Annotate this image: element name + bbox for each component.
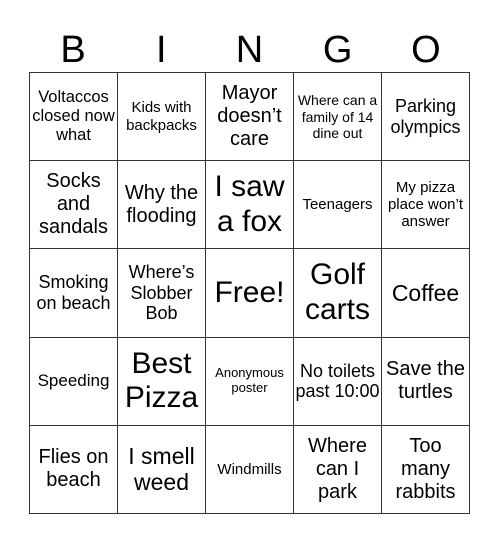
bingo-grid: Voltaccos closed now what Kids with back… — [29, 72, 470, 514]
cell-text: Why the flooding — [124, 181, 199, 227]
bingo-cell[interactable]: I saw a fox — [206, 161, 294, 250]
cell-text: Smoking on beach — [36, 272, 111, 313]
bingo-cell[interactable]: Socks and sandals — [30, 161, 118, 250]
header-letter-i: I — [156, 29, 167, 71]
bingo-cell[interactable]: Teenagers — [294, 161, 382, 250]
cell-text: Where’s Slobber Bob — [128, 261, 195, 324]
cell-text: Kids with backpacks — [126, 99, 197, 134]
cell-text: Best Pizza — [124, 346, 199, 415]
bingo-cell[interactable]: Best Pizza — [118, 337, 206, 426]
cell-text: Save the turtles — [386, 358, 465, 404]
bingo-cell[interactable]: Golf carts — [294, 249, 382, 338]
bingo-cell[interactable]: Kids with backpacks — [118, 73, 206, 162]
bingo-cell[interactable]: Too many rabbits — [382, 425, 470, 514]
cell-text: Free! — [214, 275, 285, 309]
bingo-cell[interactable]: Parking olympics — [382, 73, 470, 162]
cell-text: Where can a family of 14 dine out — [297, 92, 378, 141]
cell-text: I smell weed — [128, 442, 195, 496]
bingo-cell[interactable]: Mayor doesn’t care — [206, 73, 294, 162]
bingo-cell[interactable]: Windmills — [206, 425, 294, 514]
bingo-cell[interactable]: I smell weed — [118, 425, 206, 514]
header-letter-n: N — [235, 29, 264, 71]
bingo-cell[interactable]: Where’s Slobber Bob — [118, 249, 206, 338]
bingo-cell[interactable]: Save the turtles — [382, 337, 470, 426]
cell-text: I saw a fox — [214, 170, 285, 238]
cell-text: Windmills — [217, 460, 282, 478]
header-letter-g: G — [322, 29, 353, 71]
bingo-cell[interactable]: Why the flooding — [118, 161, 206, 250]
bingo-cell[interactable]: Where can a family of 14 dine out — [294, 73, 382, 162]
header-letter-b: B — [60, 29, 86, 71]
bingo-cell[interactable]: Smoking on beach — [30, 249, 118, 338]
cell-text: Parking olympics — [390, 95, 461, 137]
cell-text: Golf carts — [304, 258, 370, 326]
cell-text: Flies on beach — [38, 446, 109, 492]
free-space[interactable]: Free! — [206, 249, 294, 338]
bingo-cell[interactable]: Voltaccos closed now what — [30, 73, 118, 162]
bingo-header: B I N G O — [29, 28, 470, 72]
cell-text: Where can I park — [308, 434, 367, 503]
cell-text: Voltaccos closed now what — [32, 88, 115, 145]
cell-text: Teenagers — [302, 196, 373, 214]
cell-text: Anonymous poster — [215, 365, 284, 396]
bingo-cell[interactable]: Flies on beach — [30, 425, 118, 514]
bingo-cell[interactable]: Coffee — [382, 249, 470, 338]
cell-text: Speeding — [37, 371, 110, 391]
bingo-cell[interactable]: Speeding — [30, 337, 118, 426]
cell-text: Coffee — [391, 279, 460, 306]
bingo-cell[interactable]: My pizza place won’t answer — [382, 161, 470, 250]
cell-text: Mayor doesn’t care — [217, 82, 282, 151]
cell-text: My pizza place won’t answer — [387, 178, 464, 231]
cell-text: Too many rabbits — [395, 434, 456, 503]
cell-text: Socks and sandals — [39, 170, 108, 239]
header-letter-o: O — [411, 29, 441, 71]
bingo-cell[interactable]: Anonymous poster — [206, 337, 294, 426]
bingo-cell[interactable]: Where can I park — [294, 425, 382, 514]
cell-text: No toilets past 10:00 — [295, 360, 380, 402]
bingo-cell[interactable]: No toilets past 10:00 — [294, 337, 382, 426]
